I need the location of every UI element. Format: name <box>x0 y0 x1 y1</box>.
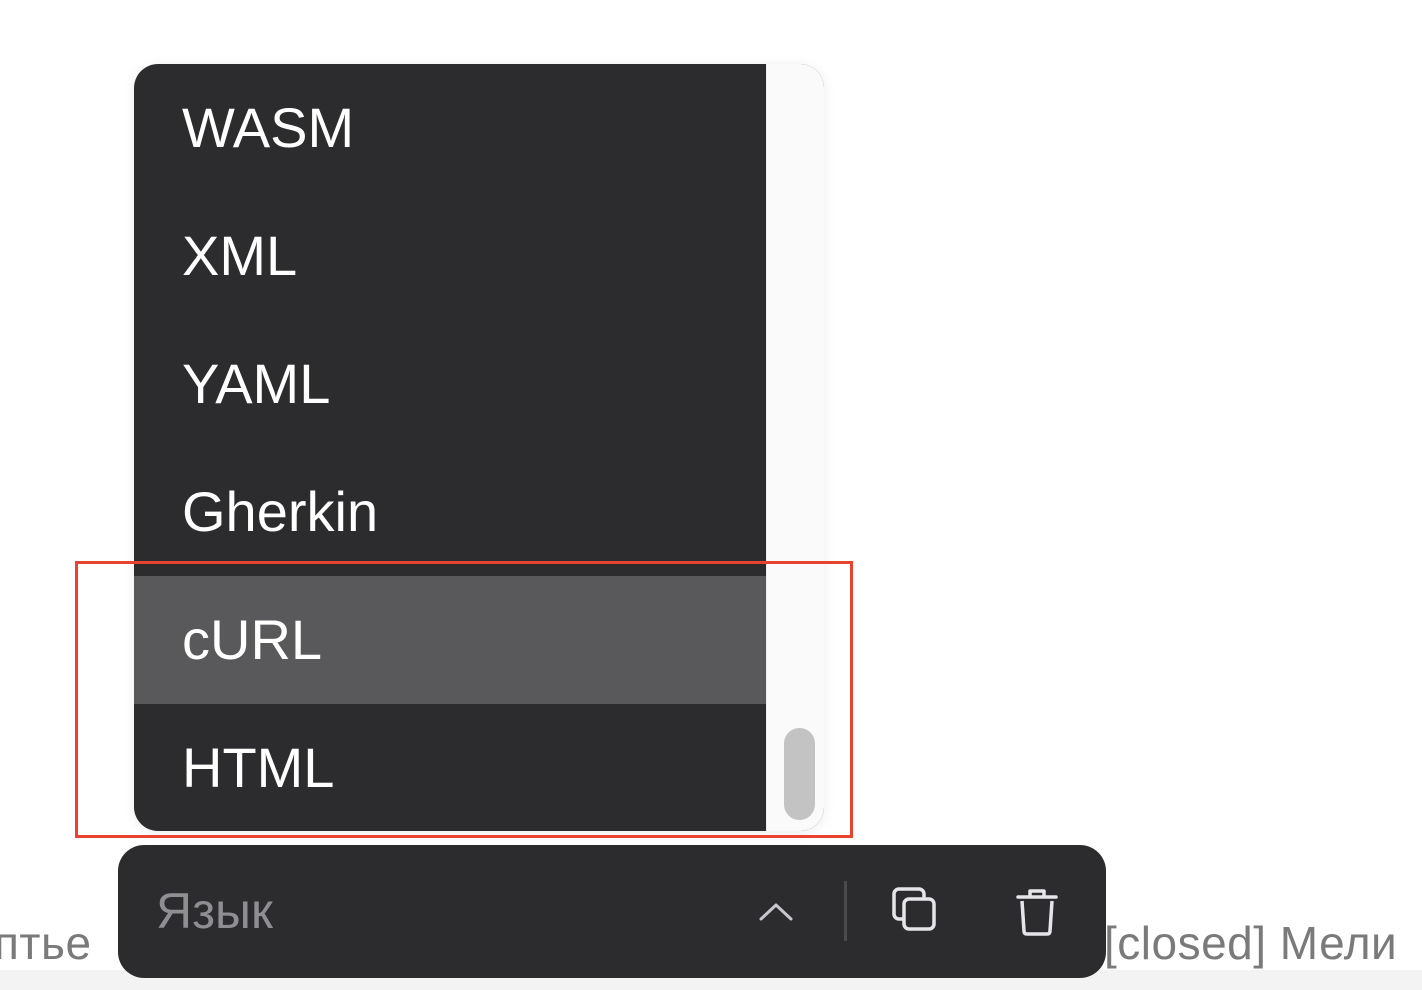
delete-button[interactable] <box>1006 881 1068 943</box>
option-wasm[interactable]: WASM <box>134 64 766 192</box>
scrollbar-thumb[interactable] <box>784 728 815 820</box>
code-block-toolbar: Язык <box>118 845 1106 978</box>
option-yaml[interactable]: YAML <box>134 320 766 448</box>
option-html[interactable]: HTML <box>134 704 766 831</box>
option-xml[interactable]: XML <box>134 192 766 320</box>
option-gherkin[interactable]: Gherkin <box>134 448 766 576</box>
background-text-left: птье <box>0 917 92 969</box>
language-options-list: WASM XML YAML Gherkin cURL HTML <box>134 64 766 831</box>
trash-icon <box>1006 881 1068 943</box>
language-dropdown: WASM XML YAML Gherkin cURL HTML <box>134 64 824 831</box>
language-select-placeholder: Язык <box>156 883 273 939</box>
scrollbar-track[interactable] <box>766 64 824 831</box>
background-text-right: [closed] Мели <box>1104 917 1398 969</box>
toolbar-divider <box>844 881 847 941</box>
language-select[interactable]: Язык <box>118 845 844 978</box>
copy-button[interactable] <box>884 881 946 943</box>
chevron-up-icon <box>758 897 794 927</box>
option-curl[interactable]: cURL <box>134 576 766 704</box>
copy-icon <box>884 881 946 943</box>
